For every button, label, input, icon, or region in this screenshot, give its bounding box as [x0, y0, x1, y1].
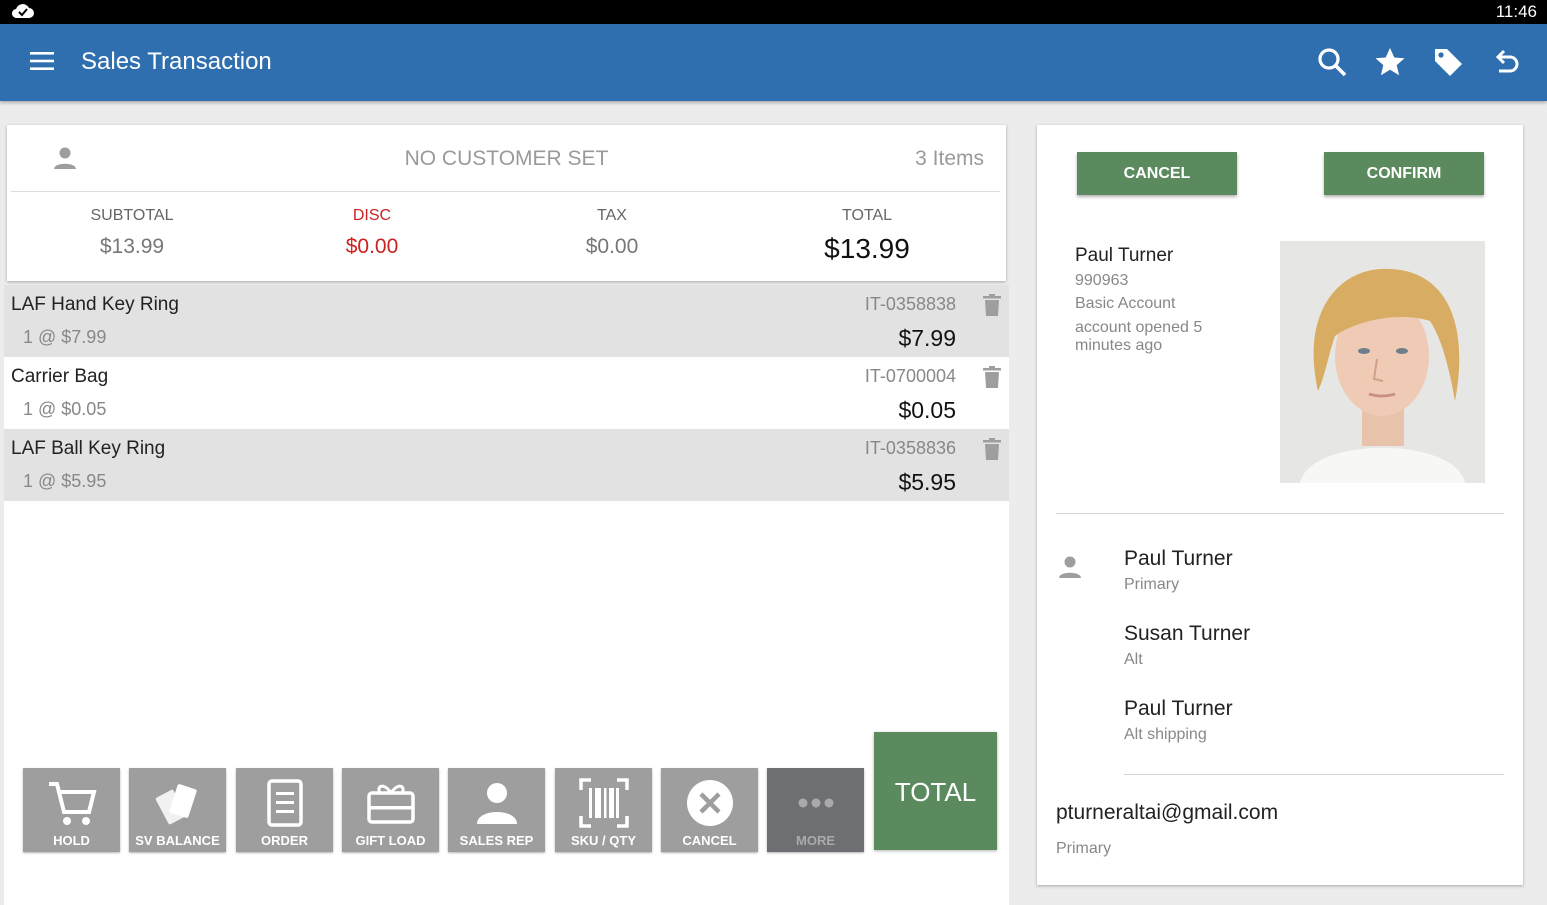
contact-name: Susan Turner: [1124, 622, 1251, 645]
cards-icon: [155, 784, 197, 825]
items-count: 3 Items: [915, 147, 984, 170]
cancel-button[interactable]: CANCEL: [1077, 152, 1237, 195]
cloud-check-icon: [12, 4, 34, 19]
item-name: LAF Ball Key Ring: [11, 438, 166, 459]
page-title: Sales Transaction: [81, 48, 272, 75]
trash-icon[interactable]: [983, 438, 1001, 460]
item-name: LAF Hand Key Ring: [11, 294, 179, 315]
profile-name: Paul Turner: [1075, 245, 1174, 266]
line-item[interactable]: LAF Hand Key Ring 1 @ $7.99 IT-0358838 $…: [4, 285, 1009, 357]
order-button[interactable]: ORDER: [236, 768, 333, 852]
item-name: Carrier Bag: [11, 366, 109, 387]
cart-icon: [49, 782, 97, 825]
total-label: TOTAL: [841, 207, 893, 224]
total-button[interactable]: TOTAL: [874, 732, 997, 850]
person-icon: [477, 783, 517, 824]
sv-balance-label: SV BALANCE: [135, 833, 220, 848]
customer-label[interactable]: NO CUSTOMER SET: [7, 147, 1006, 171]
divider: [11, 191, 1000, 192]
account-opened: account opened 5 minutes ago: [1075, 319, 1203, 354]
item-price: $0.05: [898, 397, 956, 423]
gift-load-label: GIFT LOAD: [355, 833, 426, 848]
contact-item[interactable]: Susan Turner Alt: [1124, 622, 1250, 669]
sku-qty-label: SKU / QTY: [570, 833, 636, 848]
hold-button[interactable]: HOLD: [23, 768, 120, 852]
sku-qty-button[interactable]: SKU / QTY: [555, 768, 652, 852]
trash-icon[interactable]: [983, 366, 1001, 388]
subtotal: SUBTOTAL $13.99: [12, 207, 252, 259]
subtotal-label: SUBTOTAL: [90, 207, 174, 224]
search-icon[interactable]: [1316, 46, 1348, 78]
star-icon[interactable]: [1374, 46, 1406, 78]
divider: [1056, 513, 1504, 514]
discount[interactable]: DISC $0.00: [252, 207, 492, 259]
divider: [1124, 774, 1504, 775]
account-type: Basic Account: [1075, 295, 1176, 312]
line-item[interactable]: LAF Ball Key Ring 1 @ $5.95 IT-0358836 $…: [4, 429, 1009, 501]
item-sku: IT-0700004: [864, 366, 956, 386]
cancel-transaction-button[interactable]: CANCEL: [661, 768, 758, 852]
trash-icon[interactable]: [983, 294, 1001, 316]
status-bar: 11:46: [0, 0, 1547, 24]
tax-label: TAX: [597, 207, 627, 224]
transaction-summary: NO CUSTOMER SET 3 Items SUBTOTAL $13.99 …: [7, 125, 1006, 281]
customer-photo: [1280, 241, 1485, 483]
hold-label: HOLD: [53, 833, 90, 848]
sv-balance-button[interactable]: SV BALANCE: [129, 768, 226, 852]
item-qty: 1 @ $5.95: [23, 471, 107, 491]
item-sku: IT-0358838: [864, 294, 956, 314]
app-bar: Sales Transaction: [0, 24, 1547, 101]
contact-name: Paul Turner: [1124, 547, 1233, 570]
menu-icon[interactable]: [30, 51, 54, 71]
contact-role: Alt shipping: [1124, 726, 1207, 743]
clock: 11:46: [1495, 2, 1537, 21]
tax: TAX $0.00: [492, 207, 732, 259]
item-qty: 1 @ $0.05: [23, 399, 107, 419]
item-price: $7.99: [898, 325, 956, 351]
barcode-icon: [579, 778, 629, 828]
total-value: $13.99: [824, 233, 910, 264]
cancel-label: CANCEL: [682, 833, 737, 848]
portrait-image: [1280, 241, 1485, 483]
item-price: $5.95: [898, 469, 956, 495]
disc-value: $0.00: [345, 235, 399, 258]
customer-panel: CANCEL CONFIRM Paul Turner 990963 Basic …: [1037, 125, 1523, 885]
contact-role: Alt: [1124, 651, 1143, 668]
sales-rep-label: SALES REP: [459, 833, 534, 848]
gift-card-icon: [367, 784, 415, 824]
email-role: Primary: [1056, 840, 1112, 857]
item-qty: 1 @ $7.99: [23, 327, 107, 347]
sales-rep-button[interactable]: SALES REP: [448, 768, 545, 852]
more-button[interactable]: MORE: [767, 768, 864, 852]
order-label: ORDER: [261, 833, 308, 848]
person-icon: [1059, 556, 1081, 578]
total-button-label: TOTAL: [894, 777, 977, 807]
tax-value: $0.00: [585, 235, 639, 258]
contact-role: Primary: [1124, 576, 1180, 593]
confirm-button[interactable]: CONFIRM: [1324, 152, 1484, 195]
line-item[interactable]: Carrier Bag 1 @ $0.05 IT-0700004 $0.05: [4, 357, 1009, 429]
document-list-icon: [267, 779, 303, 827]
contact-item[interactable]: Paul Turner Primary: [1124, 547, 1233, 594]
gift-load-button[interactable]: GIFT LOAD: [342, 768, 439, 852]
disc-label: DISC: [352, 207, 392, 224]
more-dots-icon: [798, 798, 834, 808]
total: TOTAL $13.99: [747, 207, 987, 265]
item-sku: IT-0358836: [864, 438, 956, 458]
contact-item[interactable]: Paul Turner Alt shipping: [1124, 697, 1233, 744]
cancel-circle-icon: [687, 780, 733, 826]
contact-name: Paul Turner: [1124, 697, 1233, 720]
undo-icon[interactable]: [1490, 46, 1522, 78]
more-label: MORE: [796, 833, 835, 848]
subtotal-value: $13.99: [99, 235, 165, 258]
profile-id: 990963: [1075, 272, 1129, 289]
tag-icon[interactable]: [1432, 46, 1464, 78]
email-address[interactable]: pturneraltai@gmail.com: [1056, 801, 1278, 825]
